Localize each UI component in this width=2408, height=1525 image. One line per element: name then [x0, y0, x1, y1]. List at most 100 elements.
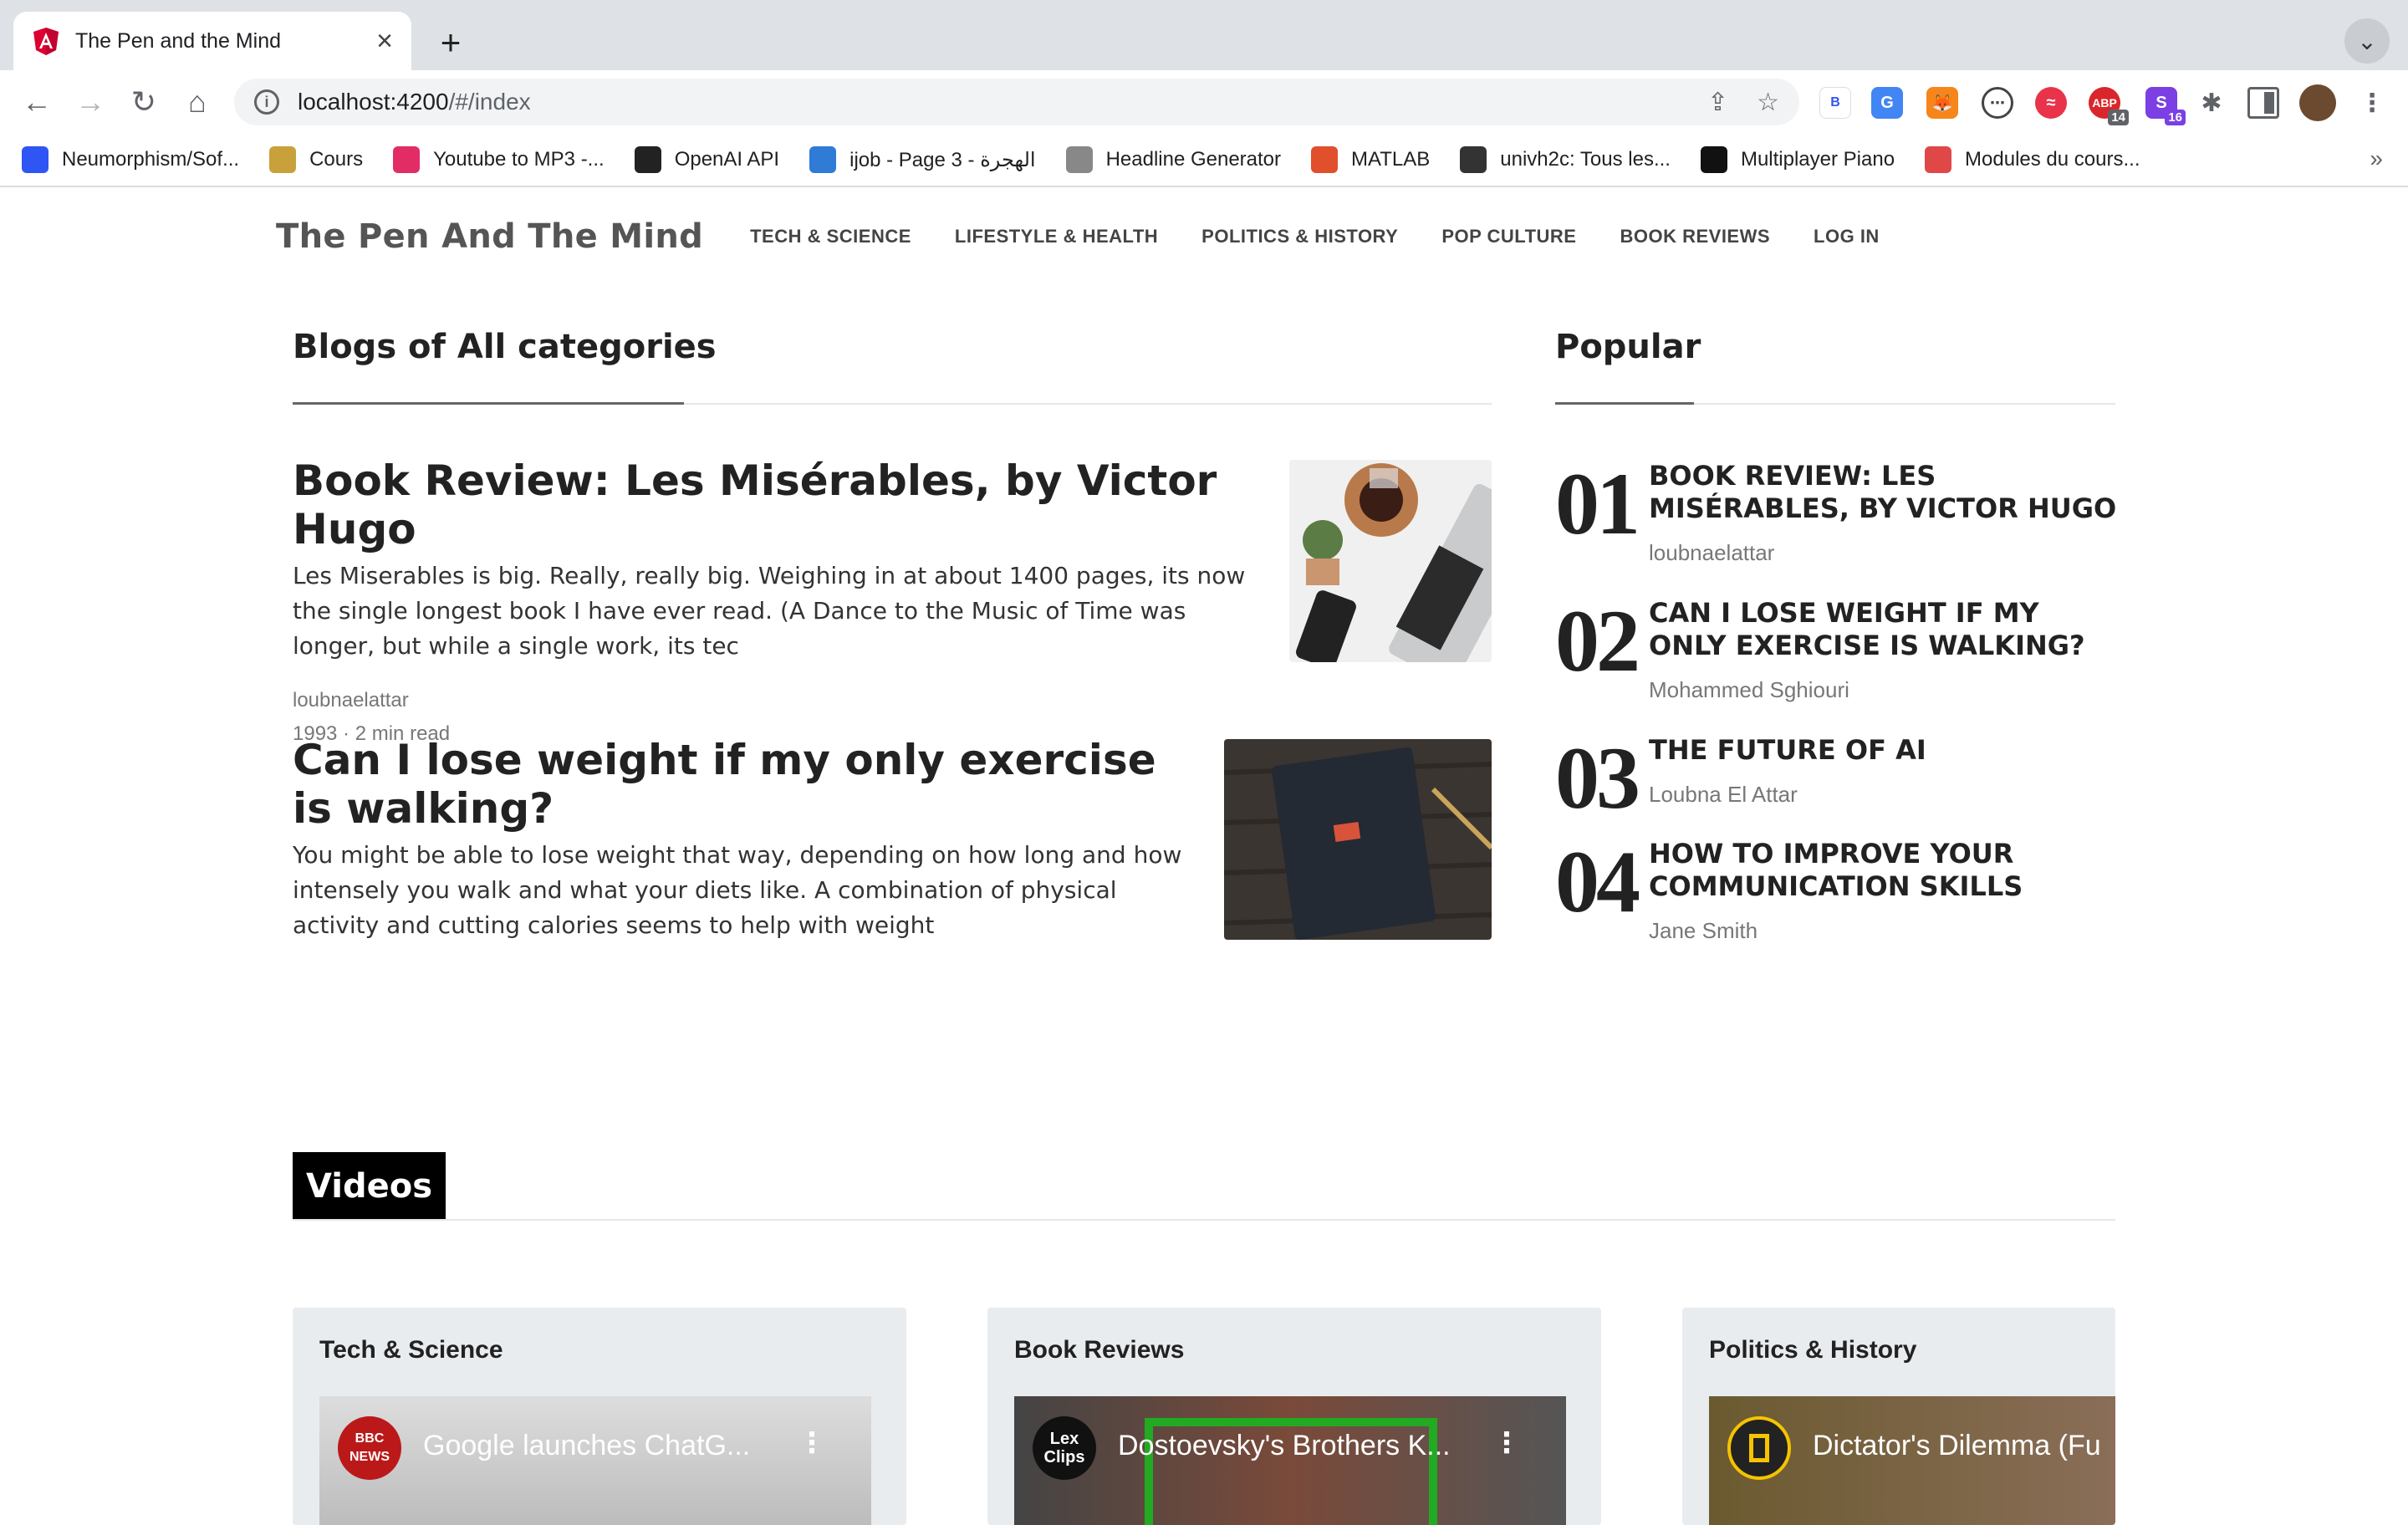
- bookmark-label: OpenAI API: [674, 148, 780, 171]
- extension-red-icon[interactable]: ≈: [2035, 87, 2067, 119]
- bookmark-item[interactable]: Modules du cours...: [1925, 146, 2140, 173]
- popular-item[interactable]: 01 BOOK REVIEW: LES MISÉRABLES, BY VICTO…: [1555, 460, 2117, 566]
- address-bar[interactable]: i localhost:4200/#/index ⇪ ☆: [234, 79, 1799, 125]
- blog-post[interactable]: Can I lose weight if my only exercise is…: [293, 736, 1196, 943]
- more-bookmarks-icon[interactable]: »: [2370, 145, 2383, 172]
- nav-pop-culture[interactable]: POP CULTURE: [1441, 226, 1576, 247]
- video-more-icon[interactable]: ⋮: [1492, 1426, 1521, 1460]
- bookmark-label: ijob - Page 3 - الهجرة: [849, 148, 1036, 171]
- bookmark-item[interactable]: Headline Generator: [1065, 146, 1281, 173]
- nav-tech-science[interactable]: TECH & SCIENCE: [750, 226, 911, 247]
- bookmark-label: Multiplayer Piano: [1740, 148, 1895, 171]
- share-icon[interactable]: ⇪: [1707, 88, 1728, 117]
- video-card: Politics & History Dictator's Dilemma (F…: [1682, 1308, 2115, 1525]
- popular-title[interactable]: HOW TO IMPROVE YOUR COMMUNICATION SKILLS: [1649, 838, 2117, 903]
- site-info-icon[interactable]: i: [254, 89, 279, 115]
- blogs-heading: Blogs of All categories: [293, 328, 717, 366]
- profile-avatar[interactable]: [2299, 84, 2336, 121]
- tab-title: The Pen and the Mind: [75, 28, 281, 53]
- close-tab-icon[interactable]: ×: [376, 27, 393, 55]
- bookmark-item[interactable]: ijob - Page 3 - الهجرة: [809, 146, 1036, 173]
- bookmark-item[interactable]: Youtube to MP3 -...: [393, 146, 605, 173]
- post-thumbnail-laptop[interactable]: [1289, 460, 1492, 662]
- reload-button[interactable]: ↻: [124, 82, 164, 122]
- bookmark-favicon-icon: [1311, 146, 1339, 173]
- videos-divider: [293, 1219, 2115, 1221]
- metamask-icon[interactable]: 🦊: [1926, 87, 1958, 119]
- bookmark-item[interactable]: univh2c: Tous les...: [1460, 146, 1671, 173]
- site-brand[interactable]: The Pen And The Mind: [276, 217, 703, 256]
- laptop-photo-icon: [1289, 460, 1492, 662]
- channel-logo[interactable]: BBC NEWS: [338, 1416, 401, 1480]
- new-tab-button[interactable]: +: [428, 20, 473, 65]
- popular-rank: 04: [1555, 833, 1640, 931]
- adblock-badge: 14: [2108, 110, 2129, 125]
- bookmark-star-icon[interactable]: ☆: [1757, 88, 1779, 117]
- back-button[interactable]: ←: [17, 82, 57, 122]
- bookmark-item[interactable]: Multiplayer Piano: [1700, 146, 1895, 173]
- blogs-heading-underline: [293, 402, 684, 405]
- popular-title[interactable]: THE FUTURE OF AI: [1649, 734, 2117, 767]
- bookmark-favicon-icon: [634, 146, 661, 173]
- popular-author: Mohammed Sghiouri: [1649, 677, 1849, 702]
- bookmark-item[interactable]: Cours: [269, 146, 363, 173]
- popular-item[interactable]: 04 HOW TO IMPROVE YOUR COMMUNICATION SKI…: [1555, 838, 2117, 944]
- bookmark-item[interactable]: MATLAB: [1311, 146, 1430, 173]
- nav-log-in[interactable]: LOG IN: [1814, 226, 1880, 247]
- popular-title[interactable]: BOOK REVIEW: LES MISÉRABLES, BY VICTOR H…: [1649, 460, 2117, 525]
- popular-author: Jane Smith: [1649, 918, 1758, 943]
- bookmark-favicon-icon: [809, 146, 837, 173]
- nav-book-reviews[interactable]: BOOK REVIEWS: [1620, 226, 1770, 247]
- nav-politics-history[interactable]: POLITICS & HISTORY: [1201, 226, 1398, 247]
- extension-circle-icon[interactable]: ⋯: [1982, 87, 2013, 119]
- side-panel-icon[interactable]: [2247, 87, 2279, 119]
- video-card: Book Reviews Lex Clips Dostoevsky's Brot…: [987, 1308, 1601, 1525]
- video-embed[interactable]: BBC NEWS Google launches ChatG... ⋮: [319, 1396, 871, 1525]
- videos-heading: Videos: [293, 1152, 446, 1221]
- extension-s-icon[interactable]: S 16: [2145, 87, 2186, 125]
- post-title[interactable]: Book Review: Les Misérables, by Victor H…: [293, 456, 1263, 553]
- video-card-category: Book Reviews: [1014, 1336, 1185, 1364]
- bookmark-favicon-icon: [393, 146, 421, 173]
- post-author[interactable]: loubnaelattar: [293, 689, 1263, 712]
- post-title[interactable]: Can I lose weight if my only exercise is…: [293, 736, 1196, 833]
- nav-lifestyle-health[interactable]: LIFESTYLE & HEALTH: [955, 226, 1158, 247]
- bookmark-item[interactable]: Neumorphism/Sof...: [22, 146, 239, 173]
- video-title[interactable]: Dictator's Dilemma (Fu: [1813, 1430, 2101, 1462]
- forward-button[interactable]: →: [70, 82, 110, 122]
- popular-item[interactable]: 02 CAN I LOSE WEIGHT IF MY ONLY EXERCISE…: [1555, 597, 2117, 703]
- adblock-icon[interactable]: ABP 14: [2089, 87, 2129, 125]
- bookmark-label: Modules du cours...: [1965, 148, 2140, 171]
- video-embed[interactable]: Lex Clips Dostoevsky's Brothers K... ⋮: [1014, 1396, 1566, 1525]
- video-title[interactable]: Google launches ChatG...: [423, 1430, 750, 1462]
- browser-tab[interactable]: The Pen and the Mind ×: [13, 12, 411, 70]
- home-button[interactable]: ⌂: [177, 82, 217, 122]
- channel-logo[interactable]: Lex Clips: [1033, 1416, 1096, 1480]
- google-translate-icon[interactable]: G: [1871, 87, 1903, 119]
- bookmark-favicon-icon: [1925, 146, 1952, 173]
- extension-b-icon[interactable]: B: [1819, 87, 1851, 119]
- popular-rank: 02: [1555, 592, 1640, 690]
- video-title[interactable]: Dostoevsky's Brothers K...: [1118, 1430, 1451, 1462]
- bookmark-label: Cours: [309, 148, 364, 171]
- chrome-menu-icon[interactable]: ⋮: [2356, 87, 2388, 119]
- bookmark-label: univh2c: Tous les...: [1500, 148, 1671, 171]
- tab-search-button[interactable]: ⌄: [2344, 18, 2390, 64]
- url-path: /#/index: [448, 89, 531, 115]
- url-text[interactable]: localhost:4200/#/index: [298, 89, 1679, 115]
- bookmark-item[interactable]: OpenAI API: [634, 146, 780, 173]
- url-host: localhost:4200: [298, 89, 449, 115]
- popular-rank: 01: [1555, 455, 1640, 553]
- video-card-category: Politics & History: [1709, 1336, 1917, 1364]
- video-card: Tech & Science BBC NEWS Google launches …: [293, 1308, 906, 1525]
- popular-title[interactable]: CAN I LOSE WEIGHT IF MY ONLY EXERCISE IS…: [1649, 597, 2117, 662]
- bookmark-label: Youtube to MP3 -...: [433, 148, 605, 171]
- video-embed[interactable]: Dictator's Dilemma (Fu: [1709, 1396, 2115, 1525]
- video-more-icon[interactable]: ⋮: [798, 1426, 826, 1460]
- blog-post[interactable]: Book Review: Les Misérables, by Victor H…: [293, 456, 1263, 746]
- national-geographic-icon[interactable]: [1727, 1416, 1791, 1480]
- extensions-puzzle-icon[interactable]: ✱: [2196, 87, 2227, 119]
- popular-author: loubnaelattar: [1649, 540, 1775, 565]
- popular-item[interactable]: 03 THE FUTURE OF AI Loubna El Attar: [1555, 734, 2117, 823]
- post-thumbnail-notebook[interactable]: [1224, 739, 1492, 940]
